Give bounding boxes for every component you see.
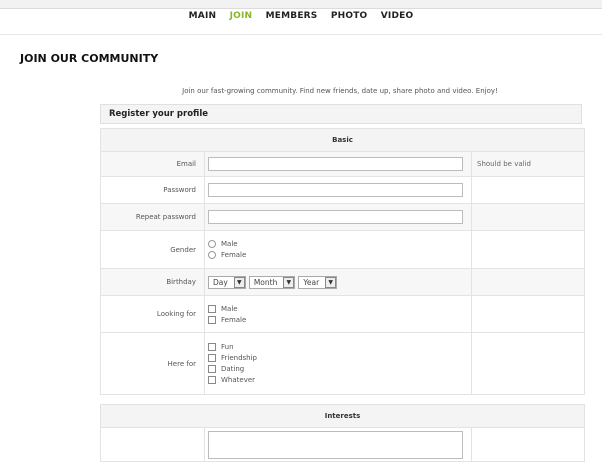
nav-photo[interactable]: PHOTO [331,11,368,21]
section-interests-row: Interests [100,404,585,428]
here-fun-label: Fun [221,343,234,351]
looking-for-note [471,295,585,333]
gender-options: Male Female [204,230,472,269]
nav-main[interactable]: MAIN [189,11,217,21]
year-select-value: Year [303,277,320,287]
birthday-row: Birthday Day ▼ Month ▼ Year ▼ [100,268,585,296]
gender-row: Gender Male Female [100,230,585,269]
repeat-password-input-cell [204,203,472,231]
password-label: Password [100,176,205,204]
main-nav: MAIN JOIN MEMBERS PHOTO VIDEO [0,11,602,31]
repeat-password-field[interactable] [208,210,463,224]
nav-join[interactable]: JOIN [230,11,253,21]
checkbox-icon[interactable] [208,354,216,362]
here-whatever-label: Whatever [221,376,256,384]
radio-icon[interactable] [208,251,216,259]
nav-divider [0,34,602,35]
spacer-row [101,395,585,405]
section-interests-title: Interests [100,404,585,428]
looking-for-row: Looking for Male Female [100,295,585,333]
checkbox-icon[interactable] [208,304,216,313]
birthday-day-select[interactable]: Day ▼ [208,275,246,289]
interests-input-cell [204,427,472,462]
section-basic-title: Basic [100,128,585,152]
triangle-down-icon[interactable]: ▼ [325,276,337,288]
checkbox-icon[interactable] [208,376,216,384]
nav-video[interactable]: VIDEO [381,11,414,21]
gender-label: Gender [100,230,205,269]
birthday-note [471,268,585,296]
gender-female-label: Female [221,251,247,259]
page-title: JOIN OUR COMMUNITY [20,52,159,65]
password-row: Password [100,176,585,204]
email-label: Email [100,151,205,177]
birthday-month-select[interactable]: Month ▼ [248,275,296,289]
looking-for-option-male[interactable]: Male [208,303,468,314]
repeat-password-note [471,203,585,231]
month-select-value: Month [253,277,278,287]
nav-members[interactable]: MEMBERS [266,11,318,21]
email-field[interactable] [208,157,463,171]
birthday-year-select[interactable]: Year ▼ [298,275,338,289]
birthday-label: Birthday [100,268,205,296]
checkbox-icon[interactable] [208,343,216,351]
interests-textarea[interactable] [208,431,463,459]
triangle-down-icon[interactable]: ▼ [233,276,245,288]
checkbox-icon[interactable] [208,315,216,324]
password-field[interactable] [208,183,463,197]
password-input-cell [204,176,472,204]
here-for-option-friendship[interactable]: Friendship [208,353,468,364]
register-box-title: Register your profile [100,104,582,124]
intro-text: Join our fast-growing community. Find ne… [182,87,498,95]
interests-row [100,427,585,462]
looking-for-options: Male Female [204,295,472,333]
top-bar [0,0,602,9]
interests-note [471,427,585,462]
spacer-cell [101,395,585,405]
here-for-option-dating[interactable]: Dating [208,364,468,375]
here-for-label: Here for [100,332,205,395]
here-dating-label: Dating [221,365,245,373]
section-basic-row: Basic [100,128,585,152]
checkbox-icon[interactable] [208,365,216,373]
here-for-row: Here for Fun Friendship Dating Whatever [100,332,585,395]
email-note: Should be valid [471,151,585,177]
here-for-option-whatever[interactable]: Whatever [208,375,468,386]
here-for-note [471,332,585,395]
email-input-cell [204,151,472,177]
gender-note [471,230,585,269]
radio-icon[interactable] [208,240,216,248]
gender-option-male[interactable]: Male [208,239,468,250]
day-select-value: Day [213,277,228,287]
triangle-down-icon[interactable]: ▼ [283,276,295,288]
looking-male-label: Male [221,304,238,313]
looking-female-label: Female [221,315,247,324]
gender-option-female[interactable]: Female [208,250,468,261]
repeat-password-row: Repeat password [100,203,585,231]
interests-label [100,427,205,462]
looking-for-option-female[interactable]: Female [208,314,468,325]
here-friendship-label: Friendship [221,354,257,362]
email-row: Email Should be valid [100,151,585,177]
birthday-selects: Day ▼ Month ▼ Year ▼ [204,268,472,296]
repeat-password-label: Repeat password [100,203,205,231]
registration-form: Basic Email Should be valid Password Rep… [100,128,585,462]
password-note [471,176,585,204]
looking-for-label: Looking for [100,295,205,333]
gender-male-label: Male [221,240,238,248]
here-for-option-fun[interactable]: Fun [208,342,468,353]
here-for-options: Fun Friendship Dating Whatever [204,332,472,395]
